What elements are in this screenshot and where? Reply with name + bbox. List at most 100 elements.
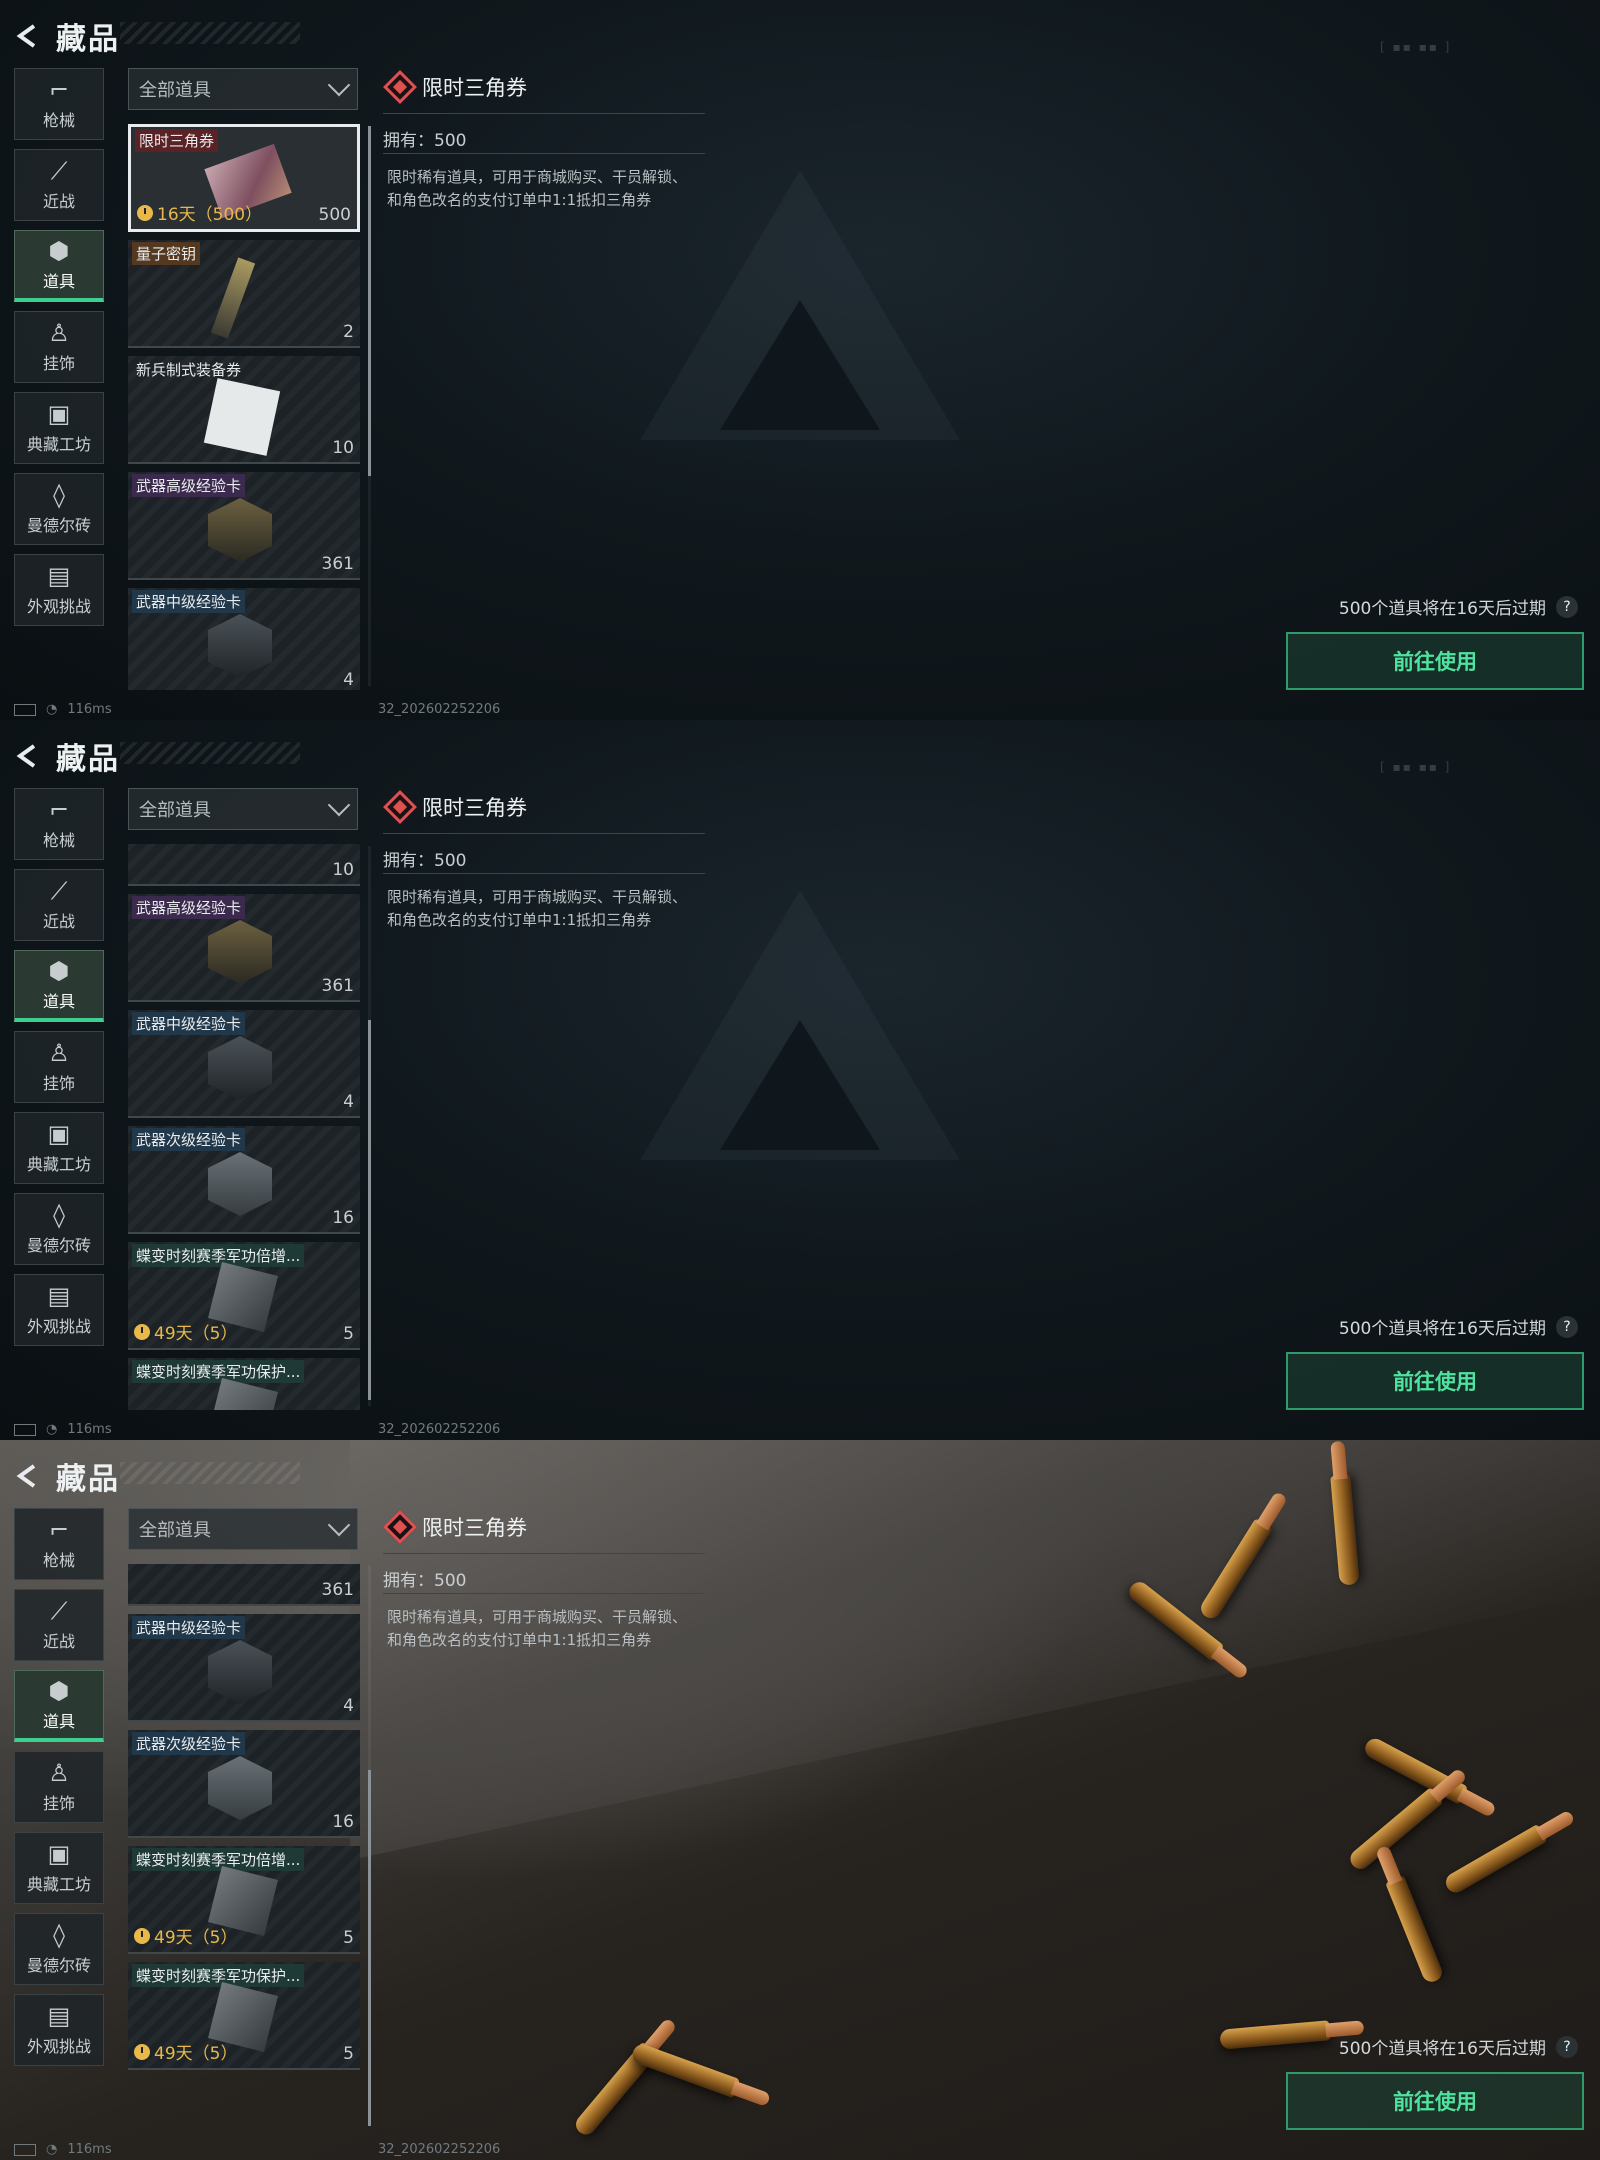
sidebar-item-workshop[interactable]: ▣ 典藏工坊 — [14, 1112, 104, 1184]
sidebar-item-items[interactable]: ⬢ 道具 — [14, 1670, 104, 1742]
filter-dropdown[interactable]: 全部道具 — [128, 68, 358, 110]
sidebar-item-charms[interactable]: ♙ 挂饰 — [14, 1751, 104, 1823]
exp-card-image — [208, 1152, 272, 1216]
item-tag: 武器高级经验卡 — [132, 474, 246, 497]
scrollbar-thumb[interactable] — [368, 126, 371, 476]
item-card-quantum-key[interactable]: 量子密钥 2 — [128, 240, 360, 348]
sidebar-item-melee[interactable]: ⟋ 近战 — [14, 149, 104, 221]
challenge-icon: ▤ — [47, 2002, 71, 2030]
gun-icon: ⌐ — [48, 796, 70, 824]
wifi-icon: ◔ — [46, 1422, 58, 1437]
sidebar: ⌐ 枪械 ⟋ 近战 ⬢ 道具 ♙ 挂饰 ▣ 典藏工坊 ◊ 曼德尔砖 ▤ 外观挑战 — [14, 1508, 106, 2075]
item-card-merit-boost[interactable]: 蝶变时刻赛季军功倍增... 49天（5） 5 — [128, 1846, 360, 1954]
divider — [383, 833, 705, 834]
sidebar-item-label: 挂饰 — [42, 1074, 75, 1093]
sidebar-item-workshop[interactable]: ▣ 典藏工坊 — [14, 392, 104, 464]
scrollbar-thumb[interactable] — [368, 1770, 371, 2126]
use-button[interactable]: 前往使用 — [1286, 632, 1584, 690]
item-card-weapon-high[interactable]: 武器高级经验卡 361 — [128, 472, 360, 580]
sidebar-item-brick[interactable]: ◊ 曼德尔砖 — [14, 1193, 104, 1265]
sidebar-item-label: 外观挑战 — [26, 2037, 91, 2056]
scrollbar-thumb[interactable] — [368, 1020, 371, 1400]
item-tag: 武器次级经验卡 — [132, 1732, 246, 1755]
exp-card-image — [208, 614, 272, 678]
item-count: 16 — [332, 1812, 354, 1832]
chevron-down-icon — [327, 1513, 351, 1537]
item-list: 限时三角券 16天（500） 500 量子密钥 2 新兵制式装备券 10 武器高… — [128, 124, 360, 690]
item-timer: 49天（5） — [134, 2039, 237, 2064]
hud-decoration: [ ▪▪ ▪▪ ] — [1380, 40, 1452, 54]
bullet-image — [1219, 2020, 1331, 2050]
item-card-weapon-mid[interactable]: 武器中级经验卡 4 — [128, 588, 360, 690]
item-tag: 武器次级经验卡 — [132, 1128, 246, 1151]
item-card-merit-boost[interactable]: 蝶变时刻赛季军功倍增... 49天（5） 5 — [128, 1242, 360, 1350]
sidebar-item-items[interactable]: ⬢ 道具 — [14, 950, 104, 1022]
knife-icon: ⟋ — [50, 1597, 68, 1625]
item-card-merit-protect[interactable]: 蝶变时刻赛季军功保护... 49天（5） 5 — [128, 1962, 360, 2070]
sidebar-item-label: 近战 — [42, 912, 75, 931]
filter-dropdown[interactable]: 全部道具 — [128, 788, 358, 830]
detail-name: 限时三角券 — [422, 1516, 527, 1540]
back-arrow-icon[interactable] — [14, 1462, 42, 1490]
item-timer-text: 49天（5） — [154, 1928, 238, 1948]
sidebar-item-guns[interactable]: ⌐ 枪械 — [14, 788, 104, 860]
ping-text: 116ms — [67, 1422, 112, 1437]
item-card-weapon-mid[interactable]: 武器中级经验卡 4 — [128, 1010, 360, 1118]
sidebar-item-brick[interactable]: ◊ 曼德尔砖 — [14, 473, 104, 545]
item-card-weapon-low[interactable]: 武器次级经验卡 16 — [128, 1126, 360, 1234]
item-card-recruit[interactable]: 新兵制式装备券 10 — [128, 356, 360, 464]
sidebar-item-brick[interactable]: ◊ 曼德尔砖 — [14, 1913, 104, 1985]
help-icon[interactable]: ? — [1556, 596, 1578, 618]
sidebar-item-challenge[interactable]: ▤ 外观挑战 — [14, 1994, 104, 2066]
sidebar-item-label: 挂饰 — [42, 1794, 75, 1813]
sidebar-item-workshop[interactable]: ▣ 典藏工坊 — [14, 1832, 104, 1904]
charm-icon: ♙ — [48, 319, 70, 347]
sidebar-item-label: 枪械 — [42, 111, 75, 130]
use-button[interactable]: 前往使用 — [1286, 1352, 1584, 1410]
filter-dropdown[interactable]: 全部道具 — [128, 1508, 358, 1550]
sidebar-item-guns[interactable]: ⌐ 枪械 — [14, 68, 104, 140]
item-card-weapon-low[interactable]: 武器次级经验卡 16 — [128, 1730, 360, 1838]
status-bar: ◔ 116ms — [14, 702, 112, 717]
item-card-recruit[interactable]: 10 — [128, 844, 360, 886]
page-title: 藏品 — [56, 1462, 120, 1497]
help-icon[interactable]: ? — [1556, 1316, 1578, 1338]
item-timer: 49天（5） — [134, 1923, 237, 1948]
owned-count: 拥有：500 — [383, 1571, 467, 1591]
help-icon[interactable]: ? — [1556, 2036, 1578, 2058]
expire-note: 500个道具将在16天后过期 — [1338, 1319, 1546, 1339]
sidebar-item-items[interactable]: ⬢ 道具 — [14, 230, 104, 302]
back-arrow-icon[interactable] — [14, 22, 42, 50]
item-card-weapon-high[interactable]: 361 — [128, 1564, 360, 1606]
sidebar-item-label: 枪械 — [42, 1551, 75, 1570]
sidebar-item-label: 道具 — [42, 271, 75, 291]
item-card-weapon-mid[interactable]: 武器中级经验卡 4 — [128, 1614, 360, 1722]
item-card-weapon-high[interactable]: 武器高级经验卡 361 — [128, 894, 360, 1002]
sidebar-item-charms[interactable]: ♙ 挂饰 — [14, 311, 104, 383]
clock-icon — [134, 1927, 150, 1944]
sidebar-item-label: 外观挑战 — [26, 597, 91, 616]
sidebar-item-melee[interactable]: ⟋ 近战 — [14, 869, 104, 941]
sidebar-item-melee[interactable]: ⟋ 近战 — [14, 1589, 104, 1661]
chevron-down-icon — [327, 793, 351, 817]
items-icon: ⬢ — [48, 236, 70, 265]
sidebar-item-challenge[interactable]: ▤ 外观挑战 — [14, 554, 104, 626]
item-timer: 16天（500） — [137, 200, 262, 225]
item-tag: 武器中级经验卡 — [132, 1616, 246, 1639]
divider — [383, 1553, 705, 1554]
owned-count: 拥有：500 — [383, 851, 467, 871]
item-card-ticket[interactable]: 限时三角券 16天（500） 500 — [128, 124, 360, 232]
use-button[interactable]: 前往使用 — [1286, 2072, 1584, 2130]
item-count: 4 — [343, 670, 354, 690]
divider — [383, 113, 705, 114]
wifi-icon: ◔ — [46, 2142, 58, 2157]
sidebar-item-guns[interactable]: ⌐ 枪械 — [14, 1508, 104, 1580]
item-card-merit-protect[interactable]: 蝶变时刻赛季军功保护... — [128, 1358, 360, 1410]
item-count: 5 — [343, 1928, 354, 1948]
owned-count: 拥有：500 — [383, 131, 467, 151]
detail-name: 限时三角券 — [422, 796, 527, 820]
back-arrow-icon[interactable] — [14, 742, 42, 770]
sidebar-item-challenge[interactable]: ▤ 外观挑战 — [14, 1274, 104, 1346]
workshop-icon: ▣ — [47, 400, 71, 428]
sidebar-item-charms[interactable]: ♙ 挂饰 — [14, 1031, 104, 1103]
